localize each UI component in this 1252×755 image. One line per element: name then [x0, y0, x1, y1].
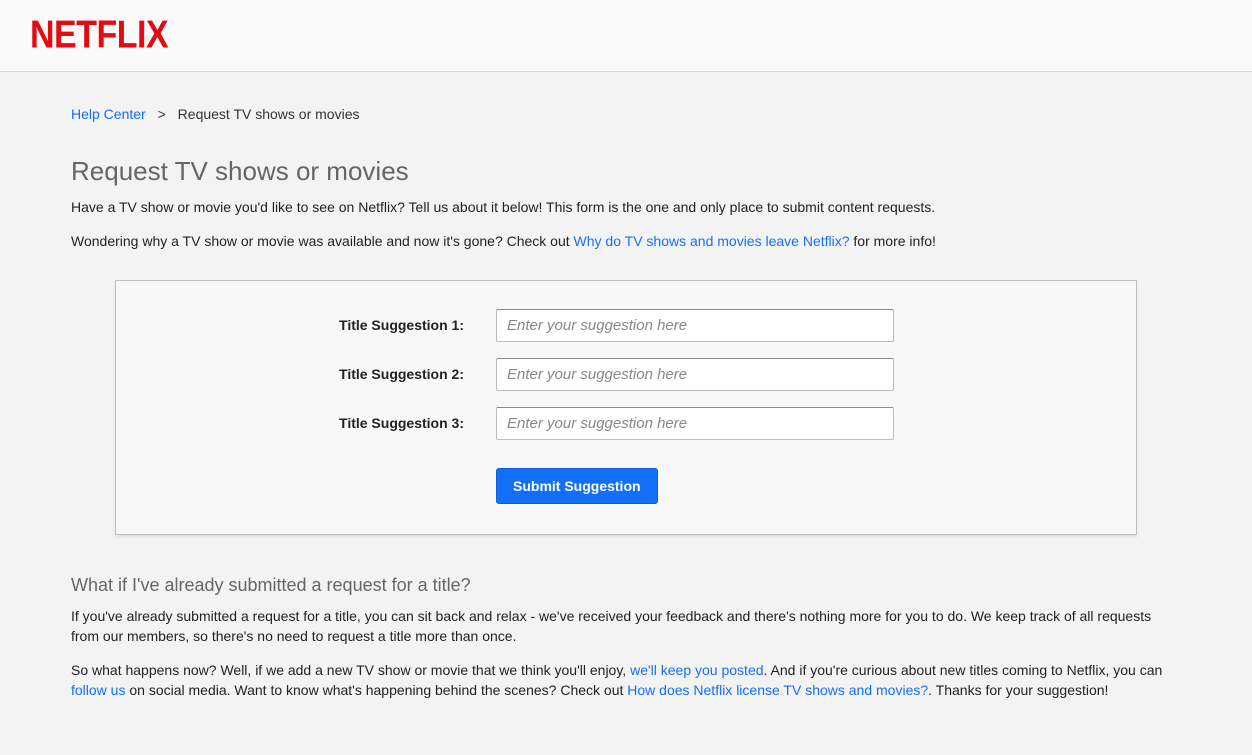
license-link[interactable]: How does Netflix license TV shows and mo… — [627, 682, 928, 698]
faq-p2-b: . And if you're curious about new titles… — [764, 662, 1163, 678]
title-suggestion-1-label: Title Suggestion 1: — [156, 317, 496, 333]
faq-paragraph-1: If you've already submitted a request fo… — [71, 606, 1181, 647]
suggestion-form: Title Suggestion 1: Title Suggestion 2: … — [115, 280, 1137, 535]
faq-p2-c: on social media. Want to know what's hap… — [125, 682, 627, 698]
intro2-text-b: for more info! — [850, 233, 936, 249]
title-suggestion-2-label: Title Suggestion 2: — [156, 366, 496, 382]
form-row-2: Title Suggestion 2: — [156, 358, 1096, 391]
main-container: Help Center > Request TV shows or movies… — [71, 72, 1181, 755]
faq-p2-a: So what happens now? Well, if we add a n… — [71, 662, 630, 678]
submit-suggestion-button[interactable]: Submit Suggestion — [496, 468, 658, 504]
netflix-logo[interactable]: NETFLIX — [30, 13, 168, 58]
follow-us-link[interactable]: follow us — [71, 682, 125, 698]
why-leave-link[interactable]: Why do TV shows and movies leave Netflix… — [574, 233, 850, 249]
breadcrumb: Help Center > Request TV shows or movies — [71, 100, 1181, 128]
form-row-3: Title Suggestion 3: — [156, 407, 1096, 440]
breadcrumb-separator: > — [158, 106, 166, 122]
title-suggestion-2-input[interactable] — [496, 358, 894, 391]
intro-paragraph-1: Have a TV show or movie you'd like to se… — [71, 197, 1181, 217]
form-row-1: Title Suggestion 1: — [156, 309, 1096, 342]
header: NETFLIX — [0, 0, 1252, 72]
faq-p2-d: . Thanks for your suggestion! — [928, 682, 1108, 698]
page-title: Request TV shows or movies — [71, 156, 1181, 187]
title-suggestion-1-input[interactable] — [496, 309, 894, 342]
faq-paragraph-2: So what happens now? Well, if we add a n… — [71, 660, 1181, 701]
breadcrumb-help-center-link[interactable]: Help Center — [71, 106, 146, 122]
breadcrumb-current: Request TV shows or movies — [178, 106, 360, 122]
keep-posted-link[interactable]: we'll keep you posted — [630, 662, 763, 678]
intro2-text-a: Wondering why a TV show or movie was ava… — [71, 233, 574, 249]
title-suggestion-3-input[interactable] — [496, 407, 894, 440]
faq-heading: What if I've already submitted a request… — [71, 575, 1181, 596]
intro-paragraph-2: Wondering why a TV show or movie was ava… — [71, 231, 1181, 251]
form-submit-row: Submit Suggestion — [156, 468, 1096, 504]
title-suggestion-3-label: Title Suggestion 3: — [156, 415, 496, 431]
